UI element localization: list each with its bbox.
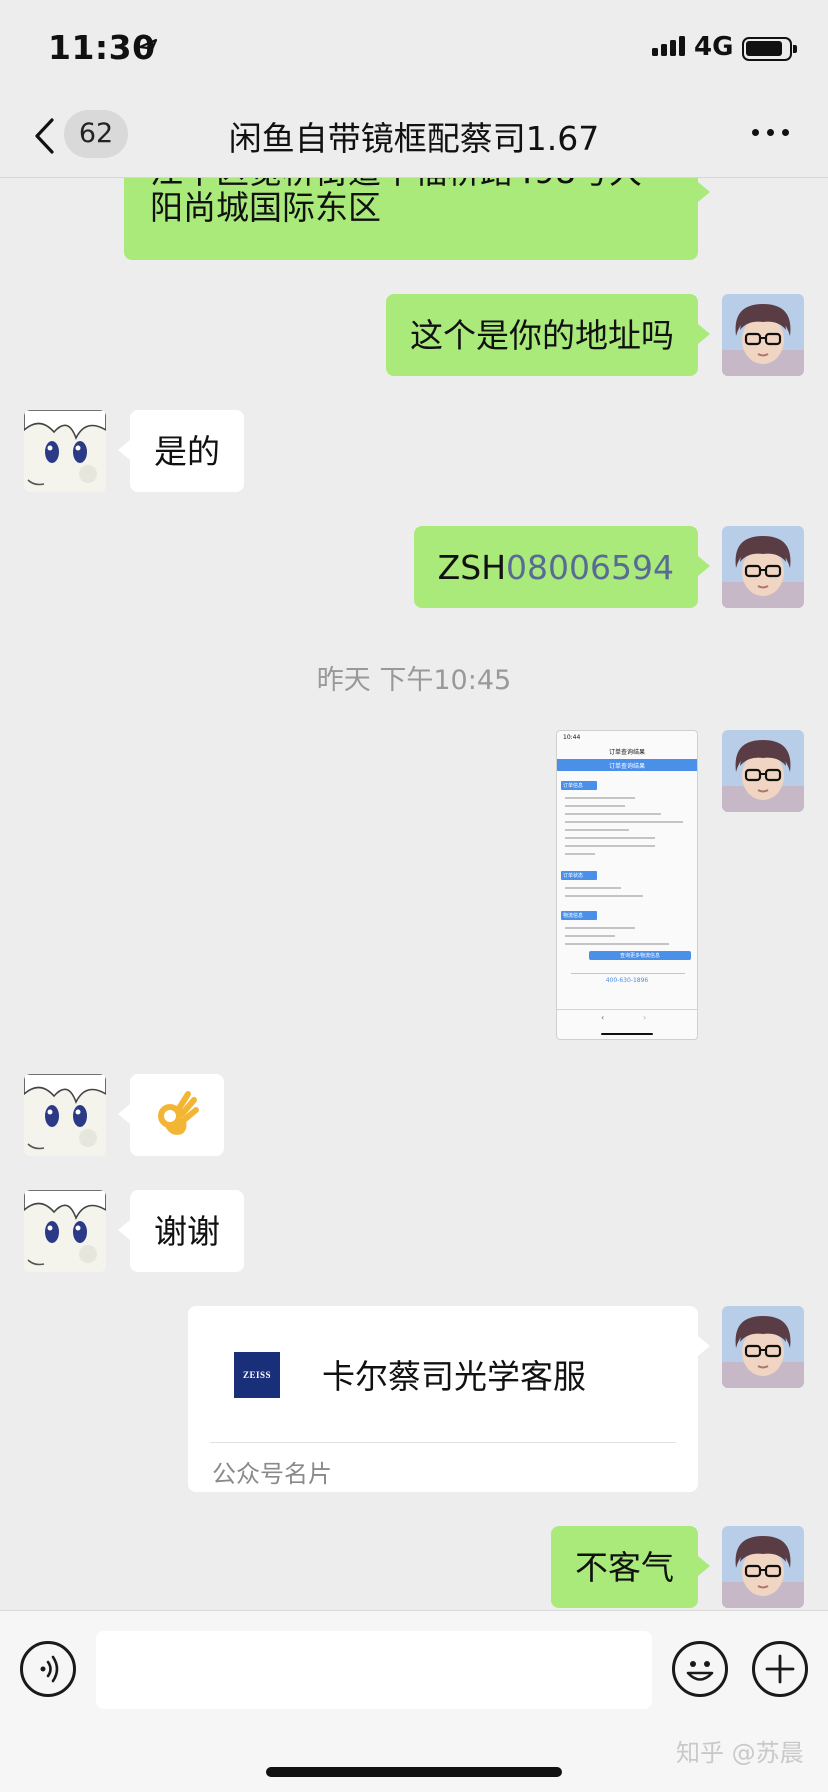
smiley-icon bbox=[686, 1661, 714, 1681]
message-bubble-emoji[interactable] bbox=[118, 1074, 224, 1156]
plus-icon bbox=[765, 1654, 795, 1684]
input-bar: 知乎 @苏晨 bbox=[0, 1610, 828, 1792]
thumb-footer-phone: 400-630-1896 bbox=[605, 977, 649, 984]
unread-count-badge[interactable]: 62 bbox=[64, 110, 128, 158]
network-type: 4G bbox=[694, 32, 734, 62]
address-line-2: 阳尚城国际东区 bbox=[150, 188, 381, 227]
thumb-header: 订单查询结果 bbox=[608, 749, 645, 756]
thumb-tab: 订单查询结果 bbox=[608, 763, 645, 770]
thumb-section-2: 订单状态 bbox=[563, 873, 584, 879]
thumb-status-time: 10:44 bbox=[563, 734, 581, 741]
message-bubble-received[interactable]: 谢谢 bbox=[118, 1190, 244, 1272]
my-avatar[interactable] bbox=[722, 526, 804, 608]
emoji-button[interactable] bbox=[672, 1641, 728, 1697]
chat-area[interactable]: 江干区览桥街道丰福桥路498号大 阳尚城国际东区 这个是你的地址吗 是的 bbox=[0, 178, 828, 1610]
signal-icon bbox=[652, 36, 685, 56]
voice-input-button[interactable] bbox=[20, 1641, 76, 1697]
thumb-section-1: 订单信息 bbox=[563, 783, 584, 789]
zeiss-logo: ZEISS bbox=[234, 1352, 280, 1398]
my-avatar[interactable] bbox=[722, 1306, 804, 1388]
order-number-link[interactable]: 08006594 bbox=[506, 548, 674, 587]
status-bar: 11:30 4G bbox=[0, 0, 828, 96]
image-message-screenshot[interactable]: 10:44 订单查询结果 订单查询结果 订单信息 订单状态 物流信息 查询更多物… bbox=[556, 730, 698, 1040]
chat-title: 闲鱼自带镜框配蔡司1.67 bbox=[228, 119, 600, 158]
home-indicator[interactable] bbox=[266, 1767, 562, 1777]
address-line-1: 江干区览桥街道丰福桥路498号大 bbox=[150, 178, 672, 188]
contact-avatar[interactable] bbox=[24, 410, 106, 492]
my-avatar[interactable] bbox=[722, 294, 804, 376]
location-arrow-icon bbox=[138, 38, 158, 58]
voice-icon bbox=[40, 1655, 59, 1683]
message-bubble-sent[interactable]: 这个是你的地址吗 bbox=[386, 294, 710, 376]
message-bubble-order-number[interactable]: ZSH08006594 bbox=[413, 526, 711, 608]
order-prefix: ZSH bbox=[437, 548, 507, 587]
battery-icon bbox=[742, 37, 797, 61]
thumb-button: 查询更多物流信息 bbox=[619, 953, 660, 959]
official-account-card[interactable]: ZEISS 卡尔蔡司光学客服 公众号名片 bbox=[188, 1306, 710, 1492]
my-avatar[interactable] bbox=[722, 1526, 804, 1608]
nav-bar: 62 闲鱼自带镜框配蔡司1.67 bbox=[0, 96, 828, 178]
card-type-label: 公众号名片 bbox=[212, 1460, 332, 1488]
contact-avatar[interactable] bbox=[24, 1190, 106, 1272]
ok-hand-icon bbox=[158, 1091, 199, 1135]
message-input[interactable] bbox=[96, 1631, 652, 1709]
message-timestamp: 昨天 下午10:45 bbox=[316, 665, 512, 696]
message-bubble-sent[interactable]: 不客气 bbox=[551, 1526, 710, 1608]
thumb-section-3: 物流信息 bbox=[563, 913, 584, 919]
card-divider bbox=[210, 1442, 676, 1443]
card-account-name: 卡尔蔡司光学客服 bbox=[322, 1357, 586, 1396]
more-actions-button[interactable] bbox=[752, 1641, 808, 1697]
my-avatar[interactable] bbox=[722, 730, 804, 812]
contact-avatar[interactable] bbox=[24, 1074, 106, 1156]
message-bubble-received[interactable]: 是的 bbox=[118, 410, 244, 492]
more-options-icon[interactable] bbox=[752, 129, 789, 136]
zhihu-watermark: 知乎 @苏晨 bbox=[676, 1739, 804, 1767]
back-icon[interactable] bbox=[32, 114, 56, 158]
message-bubble-address[interactable]: 江干区览桥街道丰福桥路498号大 阳尚城国际东区 bbox=[124, 178, 710, 260]
